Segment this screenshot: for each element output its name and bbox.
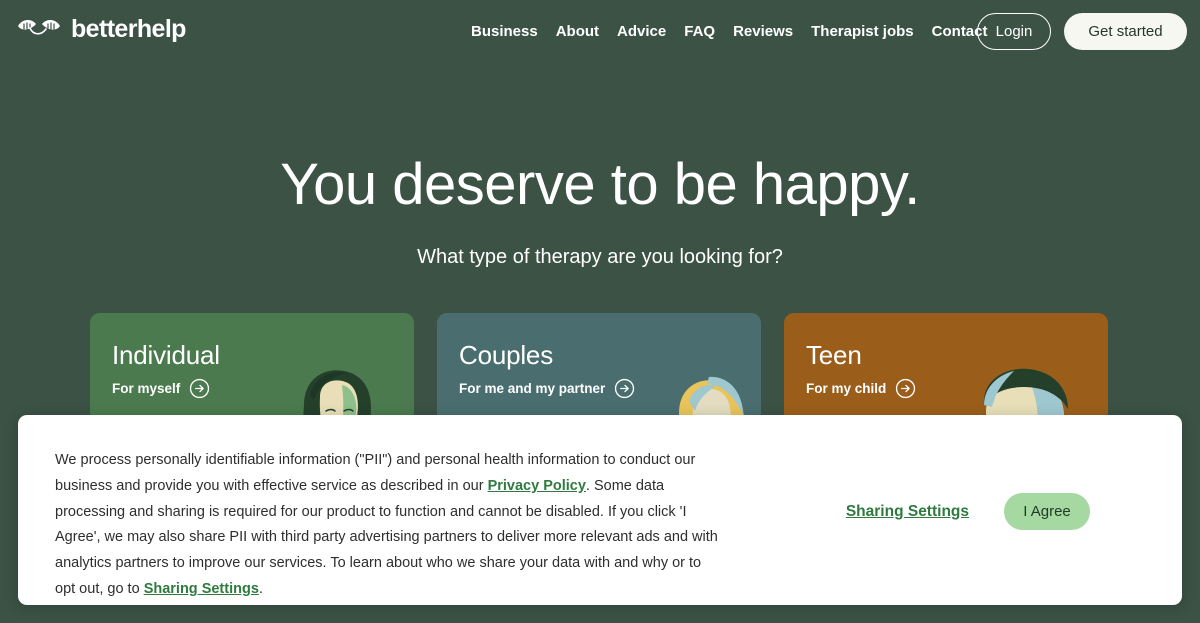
card-couples-subtitle: For me and my partner: [459, 381, 606, 396]
arrow-right-circle-icon: [895, 378, 916, 399]
card-individual-subtitle: For myself: [112, 381, 181, 396]
card-couples-cta[interactable]: For me and my partner: [459, 378, 635, 399]
card-teen-cta[interactable]: For my child: [806, 378, 916, 399]
arrow-right-circle-icon: [614, 378, 635, 399]
card-teen-subtitle: For my child: [806, 381, 887, 396]
consent-text: We process personally identifiable infor…: [55, 448, 720, 603]
card-teen-title: Teen: [806, 340, 862, 370]
arrow-right-circle-icon: [189, 378, 210, 399]
privacy-policy-link[interactable]: Privacy Policy: [488, 478, 586, 494]
get-started-button[interactable]: Get started: [1064, 13, 1187, 50]
site-header: betterhelp Business About Advice FAQ Rev…: [0, 0, 1200, 62]
sharing-settings-inline-link[interactable]: Sharing Settings: [144, 581, 259, 597]
page-title: You deserve to be happy.: [280, 152, 920, 217]
consent-text-part2: . Some data processing and sharing is re…: [55, 477, 718, 597]
nav-item-business[interactable]: Business: [462, 23, 547, 40]
nav-item-about[interactable]: About: [547, 23, 608, 40]
nav-item-therapist-jobs[interactable]: Therapist jobs: [802, 23, 923, 40]
i-agree-button[interactable]: I Agree: [1004, 493, 1090, 530]
hero-subtitle: What type of therapy are you looking for…: [417, 246, 783, 268]
betterhelp-leaf-logo-icon: [16, 16, 62, 42]
consent-text-part3: .: [258, 580, 263, 597]
card-couples-title: Couples: [459, 340, 553, 370]
logo[interactable]: betterhelp: [16, 16, 186, 42]
main-navigation: Business About Advice FAQ Reviews Therap…: [462, 0, 997, 62]
card-individual-title: Individual: [112, 340, 220, 370]
login-button[interactable]: Login: [977, 13, 1051, 50]
nav-item-reviews[interactable]: Reviews: [724, 23, 802, 40]
nav-item-faq[interactable]: FAQ: [675, 23, 724, 40]
consent-actions: Sharing Settings I Agree: [846, 493, 1090, 530]
logo-text: betterhelp: [71, 14, 186, 43]
cookie-consent-banner: We process personally identifiable infor…: [18, 415, 1182, 605]
sharing-settings-button[interactable]: Sharing Settings: [846, 503, 969, 521]
card-individual-cta[interactable]: For myself: [112, 378, 210, 399]
nav-item-advice[interactable]: Advice: [608, 23, 675, 40]
